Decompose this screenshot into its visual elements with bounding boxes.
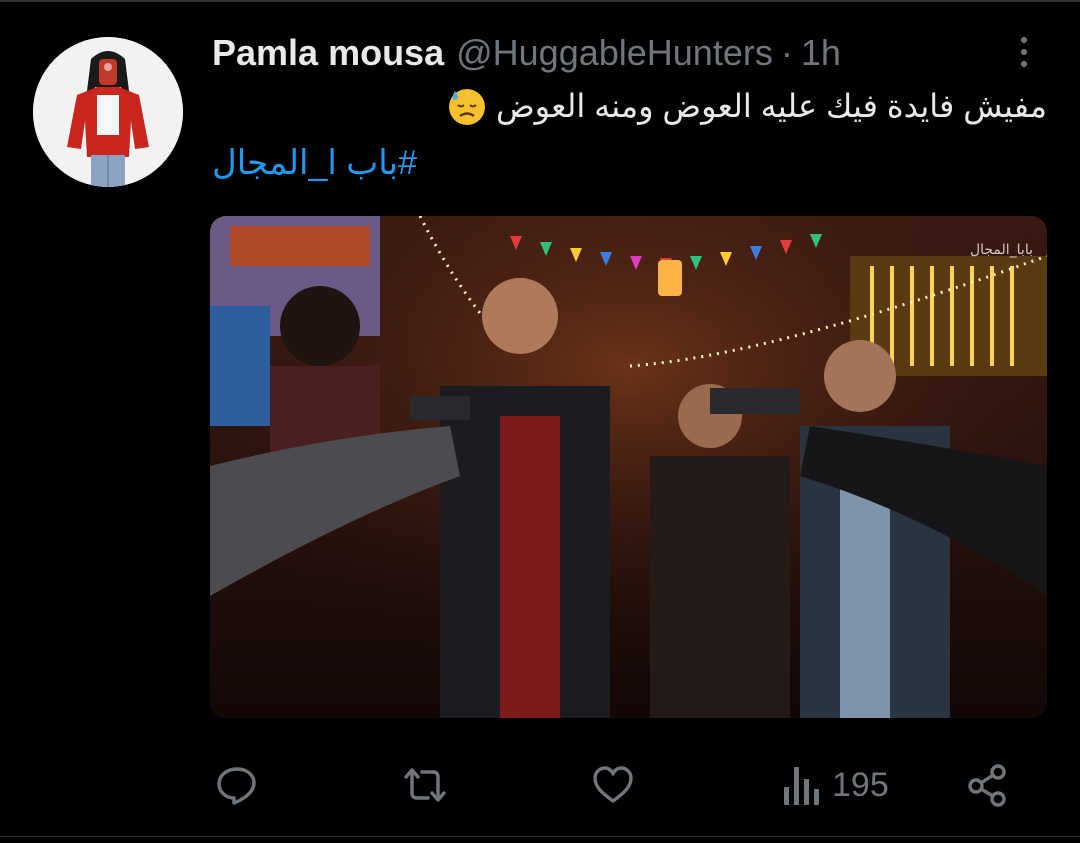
avatar-image: [33, 37, 183, 187]
views-count: 195: [832, 765, 889, 804]
downcast-sweat-emoji-icon: [446, 85, 488, 127]
heart-icon: [593, 766, 633, 803]
more-options-icon[interactable]: [1006, 32, 1042, 72]
display-name[interactable]: Pamla mousa: [212, 32, 444, 74]
action-bar: 195: [0, 750, 1080, 820]
top-divider: [0, 0, 1080, 2]
retweet-button[interactable]: [400, 750, 450, 820]
separator-dot: ·: [780, 32, 793, 73]
like-button[interactable]: [590, 750, 636, 820]
share-icon: [968, 764, 1006, 807]
tweet-text: مفيش فايدة فيك عليه العوض ومنه العوض: [227, 84, 1047, 128]
bottom-divider: [0, 836, 1080, 837]
timestamp[interactable]: 1h: [801, 32, 841, 74]
reply-button[interactable]: [213, 750, 261, 820]
avatar[interactable]: [33, 37, 183, 187]
share-button[interactable]: [966, 750, 1010, 820]
retweet-icon: [404, 768, 446, 802]
tweet-text-body: مفيش فايدة فيك عليه العوض ومنه العوض: [495, 88, 1047, 124]
tweet-media[interactable]: بابا_المجال: [210, 216, 1047, 718]
tweet-header: Pamla mousa @HuggableHunters · 1h: [212, 30, 841, 76]
media-watermark: بابا_المجال: [970, 242, 1033, 258]
user-handle[interactable]: @HuggableHunters: [456, 32, 773, 74]
reply-icon: [217, 767, 256, 805]
media-image: بابا_المجال: [210, 216, 1047, 718]
views-icon: [784, 767, 819, 805]
hashtag-link[interactable]: #باب ا_المجال: [212, 140, 417, 186]
views-button[interactable]: 195: [782, 750, 889, 820]
